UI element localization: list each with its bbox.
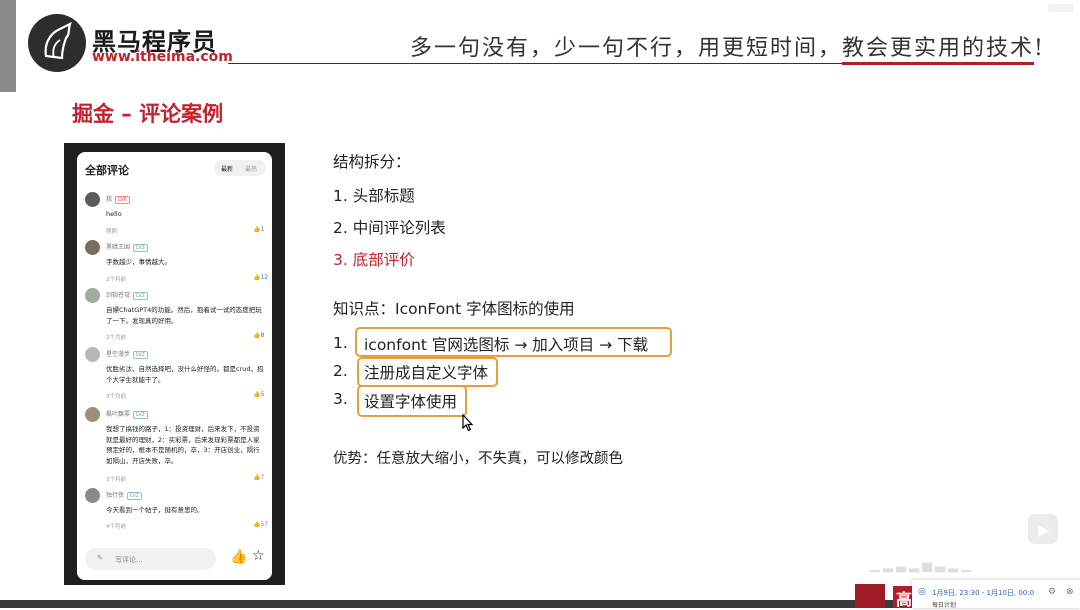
structure-item: 1. 头部标题 — [333, 187, 415, 205]
slide-title: 掘金 – 评论案例 — [72, 102, 224, 126]
pencil-icon: ✎ — [97, 554, 103, 562]
like-button[interactable]: 👍12 — [253, 274, 268, 281]
avatar[interactable] — [85, 288, 100, 303]
window-control-dot[interactable] — [1048, 4, 1074, 12]
comment-author: 剑指苍穹 — [106, 292, 131, 299]
comment-text: 优胜劣汰，自然选择吧，没什么好怪的。都是crud，招个大学生就能干了。 — [106, 365, 264, 384]
avatar[interactable] — [85, 347, 100, 362]
like-count: 12 — [260, 274, 269, 281]
comment-text: 我想了搞钱的路子，1：投资理财，后来发下，不投资就是最好的理财，2：买彩票，后来… — [106, 425, 260, 465]
knowledge-number: 2. — [333, 362, 348, 380]
calendar-notification[interactable]: ◎ 1月9日, 23:30 - 1月10日, 00:0 每日计划 ⚙ ⊗ — [912, 580, 1080, 609]
comment-author: 枫叶飘零 — [106, 411, 131, 418]
horse-logo-icon — [44, 22, 72, 60]
comment-author: 星空漫步 — [106, 351, 131, 358]
level-badge: LV6 — [115, 196, 130, 204]
comment-text: 自嫖ChatGPT4的功能。然后，抱着试一试的态度把玩了一下。发现真的好用。 — [106, 306, 262, 325]
write-comment-input[interactable]: ✎ 写评论... — [85, 548, 216, 570]
comment-text: hello — [106, 210, 122, 218]
knowledge-item: 注册成自定义字体 — [364, 364, 489, 382]
structure-item-highlight: 3. 底部评价 — [333, 251, 415, 269]
comment-time: 2个月前 — [106, 277, 126, 283]
level-badge: LV2 — [133, 411, 148, 419]
level-badge: LV3 — [133, 244, 148, 252]
like-count: 8 — [260, 332, 265, 339]
comment-text: 今天看到一个帖子，挺有意思的。 — [106, 506, 204, 514]
like-count: 1 — [260, 226, 265, 233]
level-badge: LV2 — [133, 292, 148, 300]
close-icon[interactable]: ⊗ — [1066, 587, 1074, 597]
sort-latest[interactable]: 最新 — [221, 164, 233, 173]
knowledge-heading: 知识点：IconFont 字体图标的使用 — [333, 300, 575, 318]
knowledge-number: 3. — [333, 390, 348, 408]
level-badge: LV2 — [127, 492, 142, 500]
comment-time: 3个月前 — [106, 394, 126, 400]
advantage-text: 优势：任意放大缩小，不失真，可以修改颜色 — [333, 451, 623, 467]
knowledge-number: 1. — [333, 334, 348, 352]
avatar[interactable] — [85, 488, 100, 503]
like-button[interactable]: 👍1 — [253, 226, 264, 233]
watermark: ▁▂▃▂▅▃▂▁ — [870, 558, 974, 573]
phone-screen: 全部评论 最新 最热 我 LV6 hello 刚刚 👍1 黑暗王国 LV3 字数越少… — [77, 152, 272, 580]
write-comment-placeholder: 写评论... — [115, 556, 143, 564]
like-button[interactable]: 👍7 — [253, 474, 264, 481]
like-count: 57 — [260, 521, 269, 528]
knowledge-item: iconfont 官网选图标 → 加入项目 → 下载 — [364, 336, 649, 354]
comment-time: 2个月前 — [106, 335, 126, 341]
comment-time: 3个月前 — [106, 477, 126, 483]
sort-toggle[interactable]: 最新 最热 — [214, 160, 266, 176]
structure-item: 2. 中间评论列表 — [333, 219, 446, 237]
like-button[interactable]: 👍8 — [253, 332, 264, 339]
comment-time: 4个月前 — [106, 524, 126, 530]
level-badge: LV2 — [133, 351, 148, 359]
avatar[interactable] — [85, 240, 100, 255]
comments-header-title: 全部评论 — [85, 164, 129, 177]
thumbs-up-icon[interactable]: 👍 — [230, 549, 247, 565]
comment-input-bar: ✎ 写评论... 👍 ☆ — [77, 542, 272, 580]
notification-time: 1月9日, 23:30 - 1月10日, 00:0 — [932, 589, 1035, 597]
avatar[interactable] — [85, 192, 100, 207]
corner-accent — [855, 584, 885, 608]
like-button[interactable]: 👍5 — [253, 391, 264, 398]
comment-text: 字数越少，事情越大。 — [106, 258, 171, 266]
structure-heading: 结构拆分： — [333, 153, 411, 171]
comment-author: 我 — [106, 196, 113, 203]
mouse-cursor-icon — [462, 414, 474, 432]
star-icon[interactable]: ☆ — [252, 548, 265, 564]
like-button[interactable]: 👍57 — [253, 521, 268, 528]
check-circle-icon: ◎ — [918, 587, 926, 597]
slogan: 多一句没有，少一句不行，用更短时间，教会更实用的技术! — [410, 36, 1045, 61]
comment-time: 刚刚 — [106, 229, 118, 235]
like-count: 5 — [260, 391, 265, 398]
left-edge-bar — [0, 0, 16, 92]
play-icon: ▶ — [1038, 521, 1050, 539]
settings-icon[interactable]: ⚙ — [1048, 587, 1056, 597]
comment-author: 黑暗王国 — [106, 244, 131, 251]
knowledge-item: 设置字体使用 — [364, 393, 458, 411]
avatar[interactable] — [85, 407, 100, 422]
comment-author: 独行侠 — [106, 492, 125, 499]
header-divider-accent — [842, 62, 1034, 65]
like-count: 7 — [260, 474, 265, 481]
sort-hot[interactable]: 最热 — [245, 164, 257, 173]
brand-url: www.itheima.com — [92, 49, 233, 65]
